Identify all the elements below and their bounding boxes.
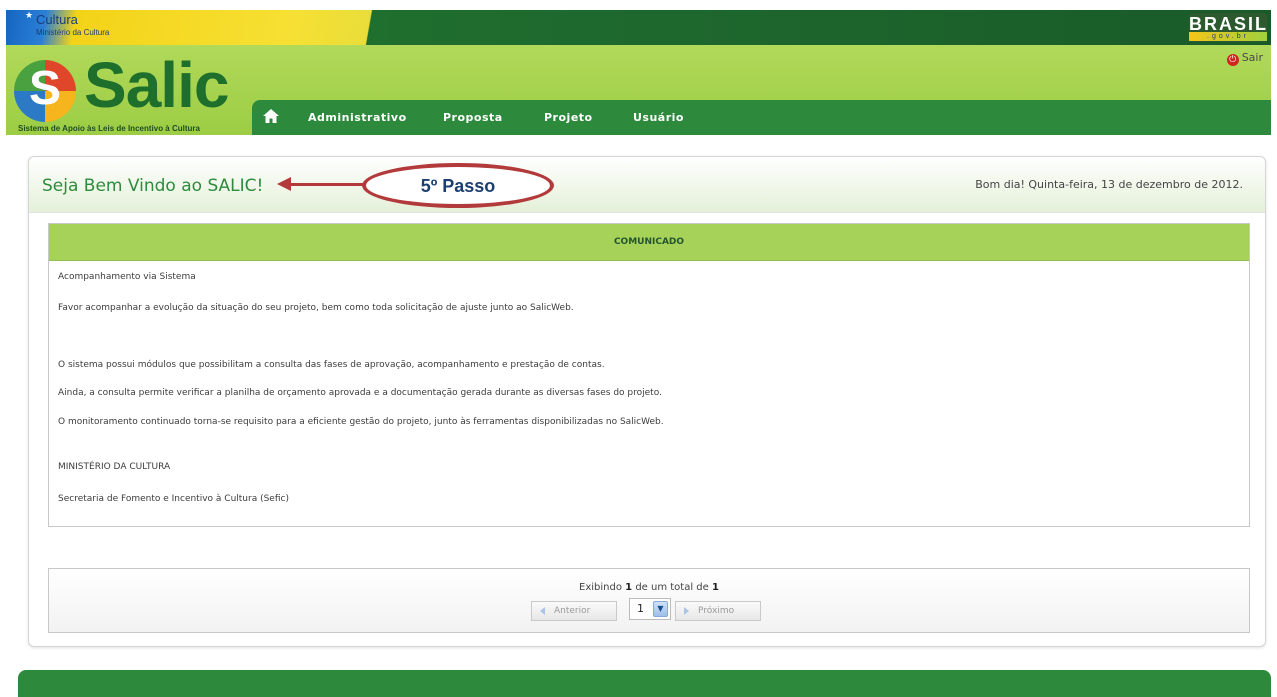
logout-link[interactable]: ⏻ Sair [1226, 51, 1263, 66]
nav-item-projeto[interactable]: Projeto [544, 111, 593, 124]
page-number-value: 1 [637, 602, 644, 615]
pagination-prefix: Exibindo [579, 582, 622, 593]
previous-page-label: Anterior [554, 606, 591, 616]
comunicado-line: MINISTÉRIO DA CULTURA [58, 462, 171, 472]
nav-item-administrativo[interactable]: Administrativo [308, 111, 407, 124]
pagination-current: 1 [625, 582, 633, 593]
previous-page-button[interactable]: Anterior [531, 601, 617, 621]
app-header: S Salic Sistema de Apoio às Leis de Ince… [6, 45, 1271, 135]
main-navigation: Administrativo Proposta Projeto Usuário [252, 100, 1271, 135]
app-root: ★ Cultura Ministério da Cultura BRASIL .… [0, 0, 1277, 697]
ministry-subtitle: Ministério da Cultura [36, 28, 110, 37]
comunicado-line: O sistema possui módulos que possibilita… [58, 360, 605, 370]
power-icon: ⏻ [1226, 54, 1239, 66]
pagination: Exibindo 1 de um total de 1 Anterior 1 ▼… [48, 568, 1250, 633]
page-title: Seja Bem Vindo ao SALIC! [42, 176, 264, 196]
salic-logo-word: Salic [84, 49, 229, 121]
next-page-button[interactable]: Próximo [675, 601, 761, 621]
pagination-summary: Exibindo 1 de um total de 1 [49, 582, 1249, 593]
annotation-arrow-line [287, 183, 363, 186]
home-icon[interactable] [262, 108, 282, 126]
next-page-label: Próximo [698, 606, 735, 616]
chevron-left-icon [540, 607, 545, 615]
chevron-down-icon: ▼ [653, 601, 668, 617]
government-bar: ★ Cultura Ministério da Cultura BRASIL .… [6, 10, 1271, 45]
brasil-logo-subtext: .gov.br [1189, 32, 1267, 41]
date-greeting: Bom dia! Quinta-feira, 13 de dezembro de… [975, 178, 1243, 191]
page-footer [18, 670, 1271, 697]
comunicado-line: Acompanhamento via Sistema [58, 272, 196, 282]
comunicado-line: Favor acompanhar a evolução da situação … [58, 303, 574, 313]
step-annotation-callout: 5º Passo [362, 163, 554, 208]
comunicado-box: COMUNICADO Acompanhamento via Sistema Fa… [48, 223, 1250, 527]
brasil-gov-logo[interactable]: BRASIL .gov.br [1189, 13, 1267, 42]
pagination-total: 1 [712, 582, 719, 593]
main-panel: Seja Bem Vindo ao SALIC! 5º Passo Bom di… [28, 156, 1266, 647]
logout-label: Sair [1241, 51, 1263, 64]
comunicado-line: Ainda, a consulta permite verificar a pl… [58, 388, 662, 398]
comunicado-line: Secretaria de Fomento e Incentivo à Cult… [58, 494, 289, 504]
comunicado-header: COMUNICADO [49, 224, 1249, 261]
ministry-title[interactable]: Cultura [36, 13, 78, 26]
nav-item-proposta[interactable]: Proposta [443, 111, 503, 124]
comunicado-line: O monitoramento continuado torna-se requ… [58, 417, 664, 427]
star-icon: ★ [25, 11, 34, 21]
salic-logo-emblem-icon: S [14, 60, 76, 122]
pagination-middle: de um total de [635, 582, 709, 593]
page-number-select[interactable]: 1 ▼ [629, 598, 671, 620]
salic-logo-tagline: Sistema de Apoio às Leis de Incentivo à … [18, 124, 200, 133]
chevron-right-icon [684, 607, 689, 615]
nav-item-usuario[interactable]: Usuário [633, 111, 684, 124]
salic-logo[interactable]: S Salic Sistema de Apoio às Leis de Ince… [14, 49, 249, 135]
panel-header: Seja Bem Vindo ao SALIC! 5º Passo Bom di… [29, 157, 1265, 213]
